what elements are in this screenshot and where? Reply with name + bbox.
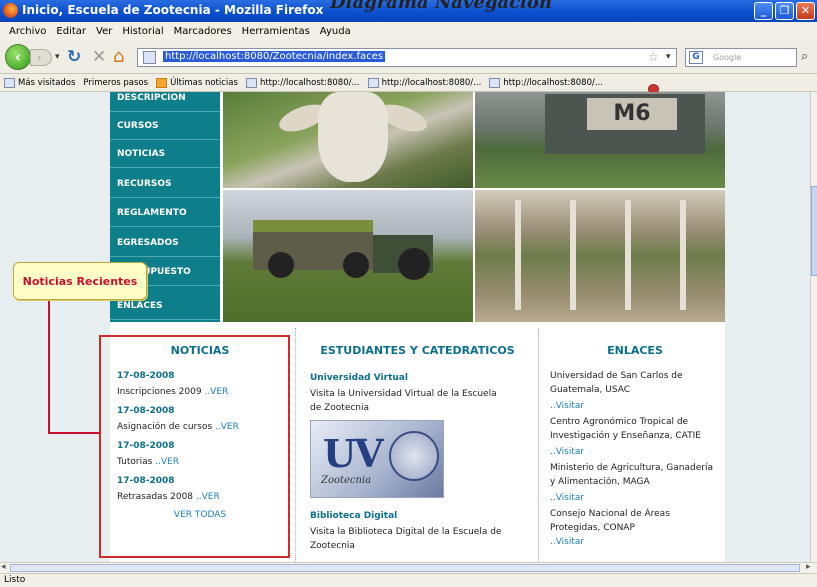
enlace-text: Centro Agronómico Tropical de Investigac… <box>550 417 701 441</box>
enlace-visitar-link[interactable]: ..Visitar <box>550 447 720 457</box>
search-placeholder: Google <box>713 53 742 62</box>
sidebar-item-descripcion[interactable]: DESCRIPCION <box>110 92 220 112</box>
back-button[interactable]: ‹ <box>5 44 31 70</box>
bookmark-primeros-pasos[interactable]: Primeros pasos <box>83 78 659 94</box>
tree-trunk <box>570 200 576 310</box>
wheel <box>343 252 369 278</box>
close-button[interactable]: ✕ <box>796 2 815 20</box>
tree-trunk <box>625 200 631 310</box>
google-icon[interactable]: G <box>689 51 703 64</box>
building-sign: M6 <box>587 98 677 130</box>
navigation-toolbar: ‹ › ▾ ↻ ✕ ⌂ http://localhost:8080/Zootec… <box>0 40 817 74</box>
bookmark-localhost-1[interactable]: http://localhost:8080/... <box>245 77 360 88</box>
column-divider <box>295 328 296 562</box>
horizontal-scroll-thumb[interactable] <box>10 564 800 572</box>
enlace-text: Universidad de San Carlos de Guatemala, … <box>550 371 683 395</box>
universidad-virtual-text: Visita la Universidad Virtual de la Escu… <box>310 389 497 413</box>
callout-label: Noticias Recientes <box>22 275 138 288</box>
enlace-text: Consejo Nacional de Áreas Protegidas, CO… <box>550 509 670 533</box>
wheel <box>398 248 430 280</box>
enlace-text: Ministerio de Agricultura, Ganadería y A… <box>550 463 713 487</box>
window-title: Inicio, Escuela de Zootecnia - Mozilla F… <box>22 3 324 17</box>
bookmark-localhost-2[interactable]: http://localhost:8080/... <box>367 77 481 88</box>
page-icon <box>367 77 379 88</box>
minimize-button[interactable]: _ <box>754 2 773 20</box>
callout-connector-vertical <box>48 300 50 433</box>
window-controls: _ ❐ ✕ <box>754 2 815 20</box>
enlace-visitar-link[interactable]: ..Visitar <box>550 537 720 547</box>
callout-connector-horizontal <box>48 432 100 434</box>
enlace-visitar-link[interactable]: ..Visitar <box>550 401 720 411</box>
estudiantes-heading: ESTUDIANTES Y CATEDRATICOS <box>320 344 515 357</box>
wheel <box>268 252 294 278</box>
cow-head <box>318 92 388 182</box>
menu-historial[interactable]: Historial <box>117 26 168 37</box>
menu-archivo[interactable]: Archivo <box>4 26 51 37</box>
scroll-right-icon[interactable]: ▸ <box>806 562 811 572</box>
noticias-highlight-box <box>99 335 290 558</box>
bookmark-localhost-3[interactable]: http://localhost:8080/... <box>489 77 603 88</box>
column-divider <box>538 328 539 562</box>
status-bar: Listo <box>0 573 817 587</box>
fmvz-seal-icon <box>389 431 439 481</box>
building-m6-photo: M6 <box>475 92 725 188</box>
search-icon[interactable]: ⌕ <box>801 49 808 64</box>
bookmarks-toolbar: Más visitados Primeros pasos Últimas not… <box>0 74 817 94</box>
url-dropdown-icon[interactable]: ▾ <box>666 52 671 62</box>
biblioteca-digital-link[interactable]: Biblioteca Digital <box>310 511 525 521</box>
tree-trunk <box>515 200 521 310</box>
bookmark-star-icon[interactable]: ☆ <box>648 50 659 64</box>
diagram-annotation-title: Diagrama Navegación <box>330 0 552 13</box>
uv-logo-text: UV <box>323 431 384 476</box>
url-bar[interactable]: http://localhost:8080/Zootecnia/index.fa… <box>137 48 677 67</box>
page-icon <box>489 77 501 88</box>
page-favicon-icon <box>143 51 156 64</box>
home-icon[interactable]: ⌂ <box>113 46 124 67</box>
tractor-photo <box>223 190 473 322</box>
stop-icon[interactable]: ✕ <box>92 47 106 67</box>
noticias-recientes-callout: Noticias Recientes <box>13 262 147 300</box>
folder-icon <box>4 77 15 88</box>
universidad-virtual-link[interactable]: Universidad Virtual <box>310 373 525 383</box>
vertical-scrollbar[interactable] <box>810 92 817 562</box>
scroll-left-icon[interactable]: ◂ <box>1 562 6 572</box>
rss-icon <box>156 77 168 88</box>
uv-logo-subtitle: Zootecnia <box>321 475 372 486</box>
cow-photo <box>223 92 473 188</box>
firefox-icon <box>3 3 18 18</box>
tree-trunk <box>680 200 686 310</box>
uv-zootecnia-logo[interactable]: UV Zootecnia <box>310 420 444 498</box>
sidebar-item-noticias[interactable]: NOTICIAS <box>110 140 220 168</box>
menu-editar[interactable]: Editar <box>51 26 91 37</box>
menu-ver[interactable]: Ver <box>91 26 117 37</box>
menu-ayuda[interactable]: Ayuda <box>315 26 356 37</box>
sidebar-item-cursos[interactable]: CURSOS <box>110 112 220 140</box>
menu-marcadores[interactable]: Marcadores <box>169 26 237 37</box>
biblioteca-digital-text: Visita la Biblioteca Digital de la Escue… <box>310 527 502 551</box>
menu-herramientas[interactable]: Herramientas <box>237 26 315 37</box>
page-icon <box>245 77 257 88</box>
sidebar-item-reglamento[interactable]: REGLAMENTO <box>110 199 220 227</box>
url-text[interactable]: http://localhost:8080/Zootecnia/index.fa… <box>163 51 386 62</box>
sidebar-item-recursos[interactable]: RECURSOS <box>110 170 220 198</box>
horizontal-scrollbar[interactable]: ◂ ▸ <box>0 562 817 573</box>
maximize-button[interactable]: ❐ <box>775 2 794 20</box>
bookmark-ultimas-noticias[interactable]: Últimas noticias <box>156 77 238 88</box>
vertical-scroll-thumb[interactable] <box>811 186 817 276</box>
forward-button[interactable]: › <box>30 49 52 66</box>
campus-photo <box>475 190 725 322</box>
menubar: Archivo Editar Ver Historial Marcadores … <box>0 22 817 40</box>
bookmark-mas-visitados[interactable]: Más visitados <box>4 77 75 88</box>
enlaces-column: ENLACES Universidad de San Carlos de Gua… <box>550 328 720 547</box>
search-input[interactable]: G Google <box>685 48 797 67</box>
sidebar-item-egresados[interactable]: EGRESADOS <box>110 229 220 257</box>
page-viewport: DESCRIPCION CURSOS NOTICIAS RECURSOS REG… <box>0 92 810 562</box>
reload-icon[interactable]: ↻ <box>67 47 81 67</box>
enlaces-heading: ENLACES <box>607 344 663 357</box>
history-dropdown-icon[interactable]: ▾ <box>55 52 60 62</box>
enlace-visitar-link[interactable]: ..Visitar <box>550 493 720 503</box>
